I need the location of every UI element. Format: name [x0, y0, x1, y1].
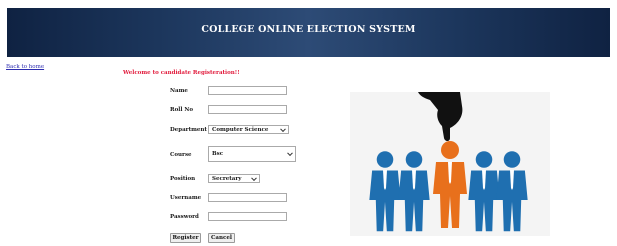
department-select[interactable]: Computer Science — [208, 125, 289, 134]
chevron-down-icon — [251, 174, 257, 181]
username-input[interactable] — [208, 193, 287, 202]
course-label: Course — [170, 152, 192, 158]
roll-no-label: Roll No — [170, 107, 194, 113]
page-title: COLLEGE ONLINE ELECTION SYSTEM — [201, 24, 416, 35]
position-select[interactable]: Secretary — [208, 174, 260, 183]
register-button[interactable]: Register — [170, 233, 201, 243]
cancel-button[interactable]: Cancel — [208, 233, 235, 243]
department-selected-value: Computer Science — [212, 126, 269, 133]
back-to-home-link[interactable]: Back to home — [6, 64, 44, 70]
chevron-down-icon — [287, 150, 293, 157]
roll-no-input[interactable] — [208, 105, 287, 114]
course-select[interactable]: Bsc — [208, 146, 296, 162]
name-input[interactable] — [208, 86, 287, 95]
welcome-message: Welcome to candidate Registeration!! — [123, 70, 240, 76]
course-selected-value: Bsc — [212, 151, 224, 157]
password-label: Password — [170, 214, 199, 220]
candidate-selection-illustration — [350, 92, 550, 236]
username-label: Username — [170, 195, 202, 201]
chevron-down-icon — [280, 125, 286, 132]
position-label: Position — [170, 176, 196, 182]
password-input[interactable] — [208, 212, 287, 221]
department-label: Department — [170, 127, 207, 133]
header-banner: COLLEGE ONLINE ELECTION SYSTEM — [7, 8, 610, 57]
name-label: Name — [170, 88, 188, 94]
position-selected-value: Secretary — [212, 175, 242, 182]
